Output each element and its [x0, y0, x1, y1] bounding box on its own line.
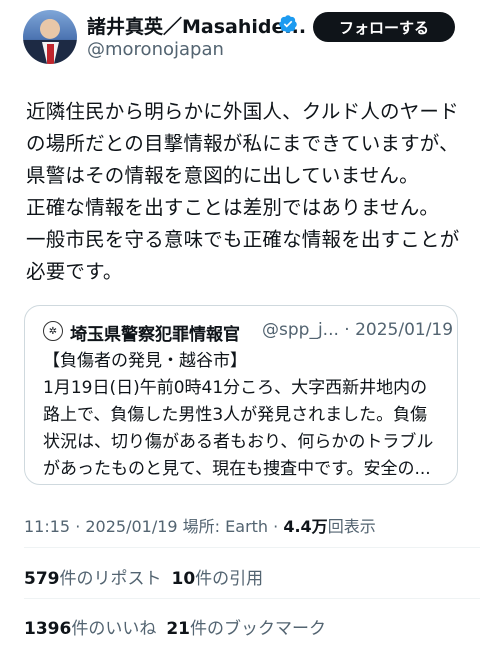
reposts-label: 件のリポスト: [59, 569, 162, 589]
tweet-meta: 11:15 · 2025/01/19 場所: Earth · 4.4万回表示: [24, 513, 376, 537]
police-emblem-icon: ✲: [48, 325, 58, 337]
quoted-handle-date: @spp_j... · 2025/01/19: [262, 320, 454, 340]
follow-button[interactable]: フォローする: [313, 12, 455, 42]
like-bookmark-stats: 1396件のいいね 21件のブックマーク: [24, 614, 326, 639]
avatar[interactable]: [23, 10, 77, 64]
repost-quote-stats: 579件のリポスト 10件の引用: [24, 564, 263, 589]
likes-stat[interactable]: 1396件のいいね: [24, 619, 156, 639]
quotes-count: 10: [171, 569, 196, 589]
tweet-text-line: 正確な情報を出すことは差別ではありません。: [26, 196, 440, 219]
quoted-account-avatar: ✲: [43, 321, 63, 341]
likes-count: 1396: [24, 619, 72, 639]
bookmarks-stat[interactable]: 21件のブックマーク: [166, 619, 326, 639]
tweet-text-line: 必要です。: [26, 260, 123, 283]
views-count: 4.4万: [283, 517, 328, 536]
tweet-header: 諸井真英／Masahide... @moronojapan フォローする: [0, 0, 480, 80]
tweet-text-line: 近隣住民から明らかに外国人、クルド人のヤード: [26, 100, 459, 123]
quotes-stat[interactable]: 10件の引用: [172, 569, 264, 589]
tweet-text: 近隣住民から明らかに外国人、クルド人のヤード の場所だとの目撃情報が私にまできて…: [26, 96, 466, 288]
timestamp-location[interactable]: 11:15 · 2025/01/19 場所: Earth ·: [24, 517, 283, 536]
reposts-count: 579: [24, 569, 60, 589]
avatar-tie: [47, 44, 54, 64]
divider: [24, 547, 480, 548]
bookmarks-label: 件のブックマーク: [190, 619, 326, 639]
reposts-stat[interactable]: 579件のリポスト: [24, 569, 162, 589]
views-label: 回表示: [327, 517, 376, 536]
likes-label: 件のいいね: [71, 619, 157, 639]
quoted-text-line: 1月19日(日)午前0時41分ころ、大字西新井地内の: [43, 378, 428, 398]
verified-badge-icon: [279, 15, 297, 33]
tweet-text-line: 一般市民を守る意味でも正確な情報を出すことが: [26, 228, 460, 251]
quoted-text-line: 状況は、切り傷がある者もおり、何らかのトラブル: [43, 432, 434, 452]
quoted-text-line: 路上で、負傷した男性3人が発見されました。負傷: [43, 405, 428, 425]
divider: [24, 598, 480, 599]
quoted-tweet-card[interactable]: ✲ 埼玉県警察犯罪情報官 @spp_j... · 2025/01/19 【負傷者…: [24, 305, 458, 485]
quotes-label: 件の引用: [195, 569, 264, 589]
tweet-text-line: の場所だとの目撃情報が私にまできていますが、: [26, 132, 459, 155]
bookmarks-count: 21: [166, 619, 190, 639]
quoted-text-line: 【負傷者の発見・越谷市】: [43, 351, 247, 371]
author-handle[interactable]: @moronojapan: [87, 39, 224, 60]
author-display-name[interactable]: 諸井真英／Masahide...: [87, 12, 306, 39]
quoted-tweet-text: 【負傷者の発見・越谷市】 1月19日(日)午前0時41分ころ、大字西新井地内の …: [43, 348, 448, 483]
quoted-text-line: があったものと見て、現在も捜査中です。安全の...: [43, 459, 431, 479]
quoted-account-name: 埼玉県警察犯罪情報官: [70, 325, 240, 345]
tweet-text-line: 県警はその情報を意図的に出していません。: [26, 164, 419, 187]
